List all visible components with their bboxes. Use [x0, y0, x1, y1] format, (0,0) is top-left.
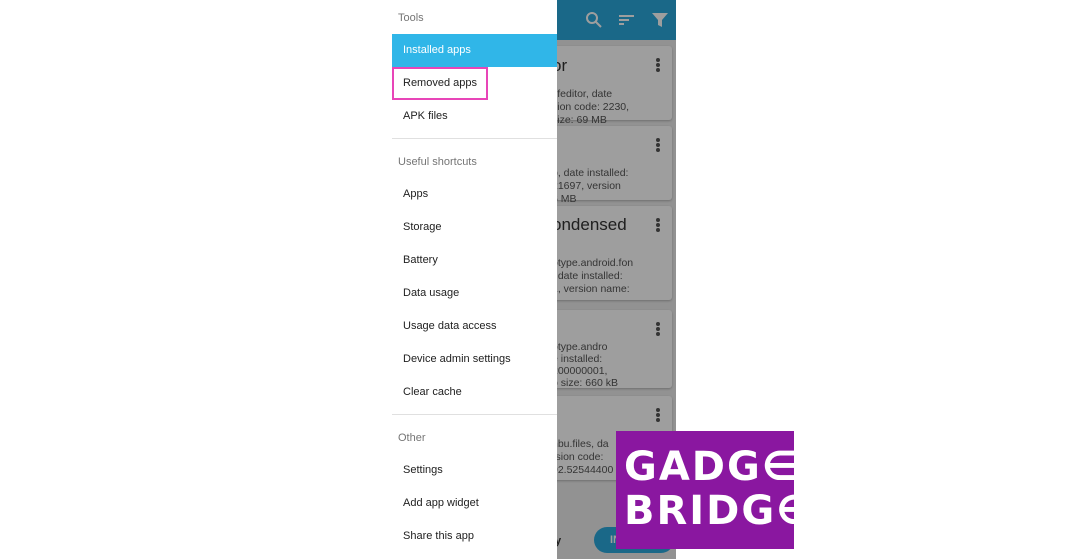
drawer-item-settings[interactable]: Settings [392, 454, 557, 487]
section-header-other: Other [398, 432, 426, 444]
drawer-item-removed-apps[interactable]: Removed apps [392, 67, 488, 100]
drawer-item-usage-data-access[interactable]: Usage data access [392, 310, 557, 343]
divider [392, 138, 557, 139]
screenshot-stage: or xfeditor, date sion code: 2230, size:… [0, 0, 1068, 559]
drawer-item-share-this-app[interactable]: Share this app [392, 520, 557, 553]
drawer-item-battery[interactable]: Battery [392, 244, 557, 277]
drawer-item-storage[interactable]: Storage [392, 211, 557, 244]
drawer-item-data-usage[interactable]: Data usage [392, 277, 557, 310]
logo-text-line-1: GADG∈T [624, 444, 829, 490]
section-header-tools: Tools [398, 12, 424, 24]
section-header-useful-shortcuts: Useful shortcuts [398, 156, 477, 168]
drawer-item-apk-files[interactable]: APK files [392, 100, 557, 133]
logo-text-line-2: BRIDG∈ [624, 488, 815, 534]
divider [392, 414, 557, 415]
drawer-item-device-admin-settings[interactable]: Device admin settings [392, 343, 557, 376]
drawer-item-add-app-widget[interactable]: Add app widget [392, 487, 557, 520]
navigation-drawer: Tools Installed apps Removed apps APK fi… [392, 0, 557, 559]
drawer-item-installed-apps[interactable]: Installed apps [392, 34, 557, 67]
gadgetbridge-logo: GADG∈T BRIDG∈ [616, 431, 829, 549]
drawer-item-clear-cache[interactable]: Clear cache [392, 376, 557, 409]
drawer-item-apps[interactable]: Apps [392, 178, 557, 211]
